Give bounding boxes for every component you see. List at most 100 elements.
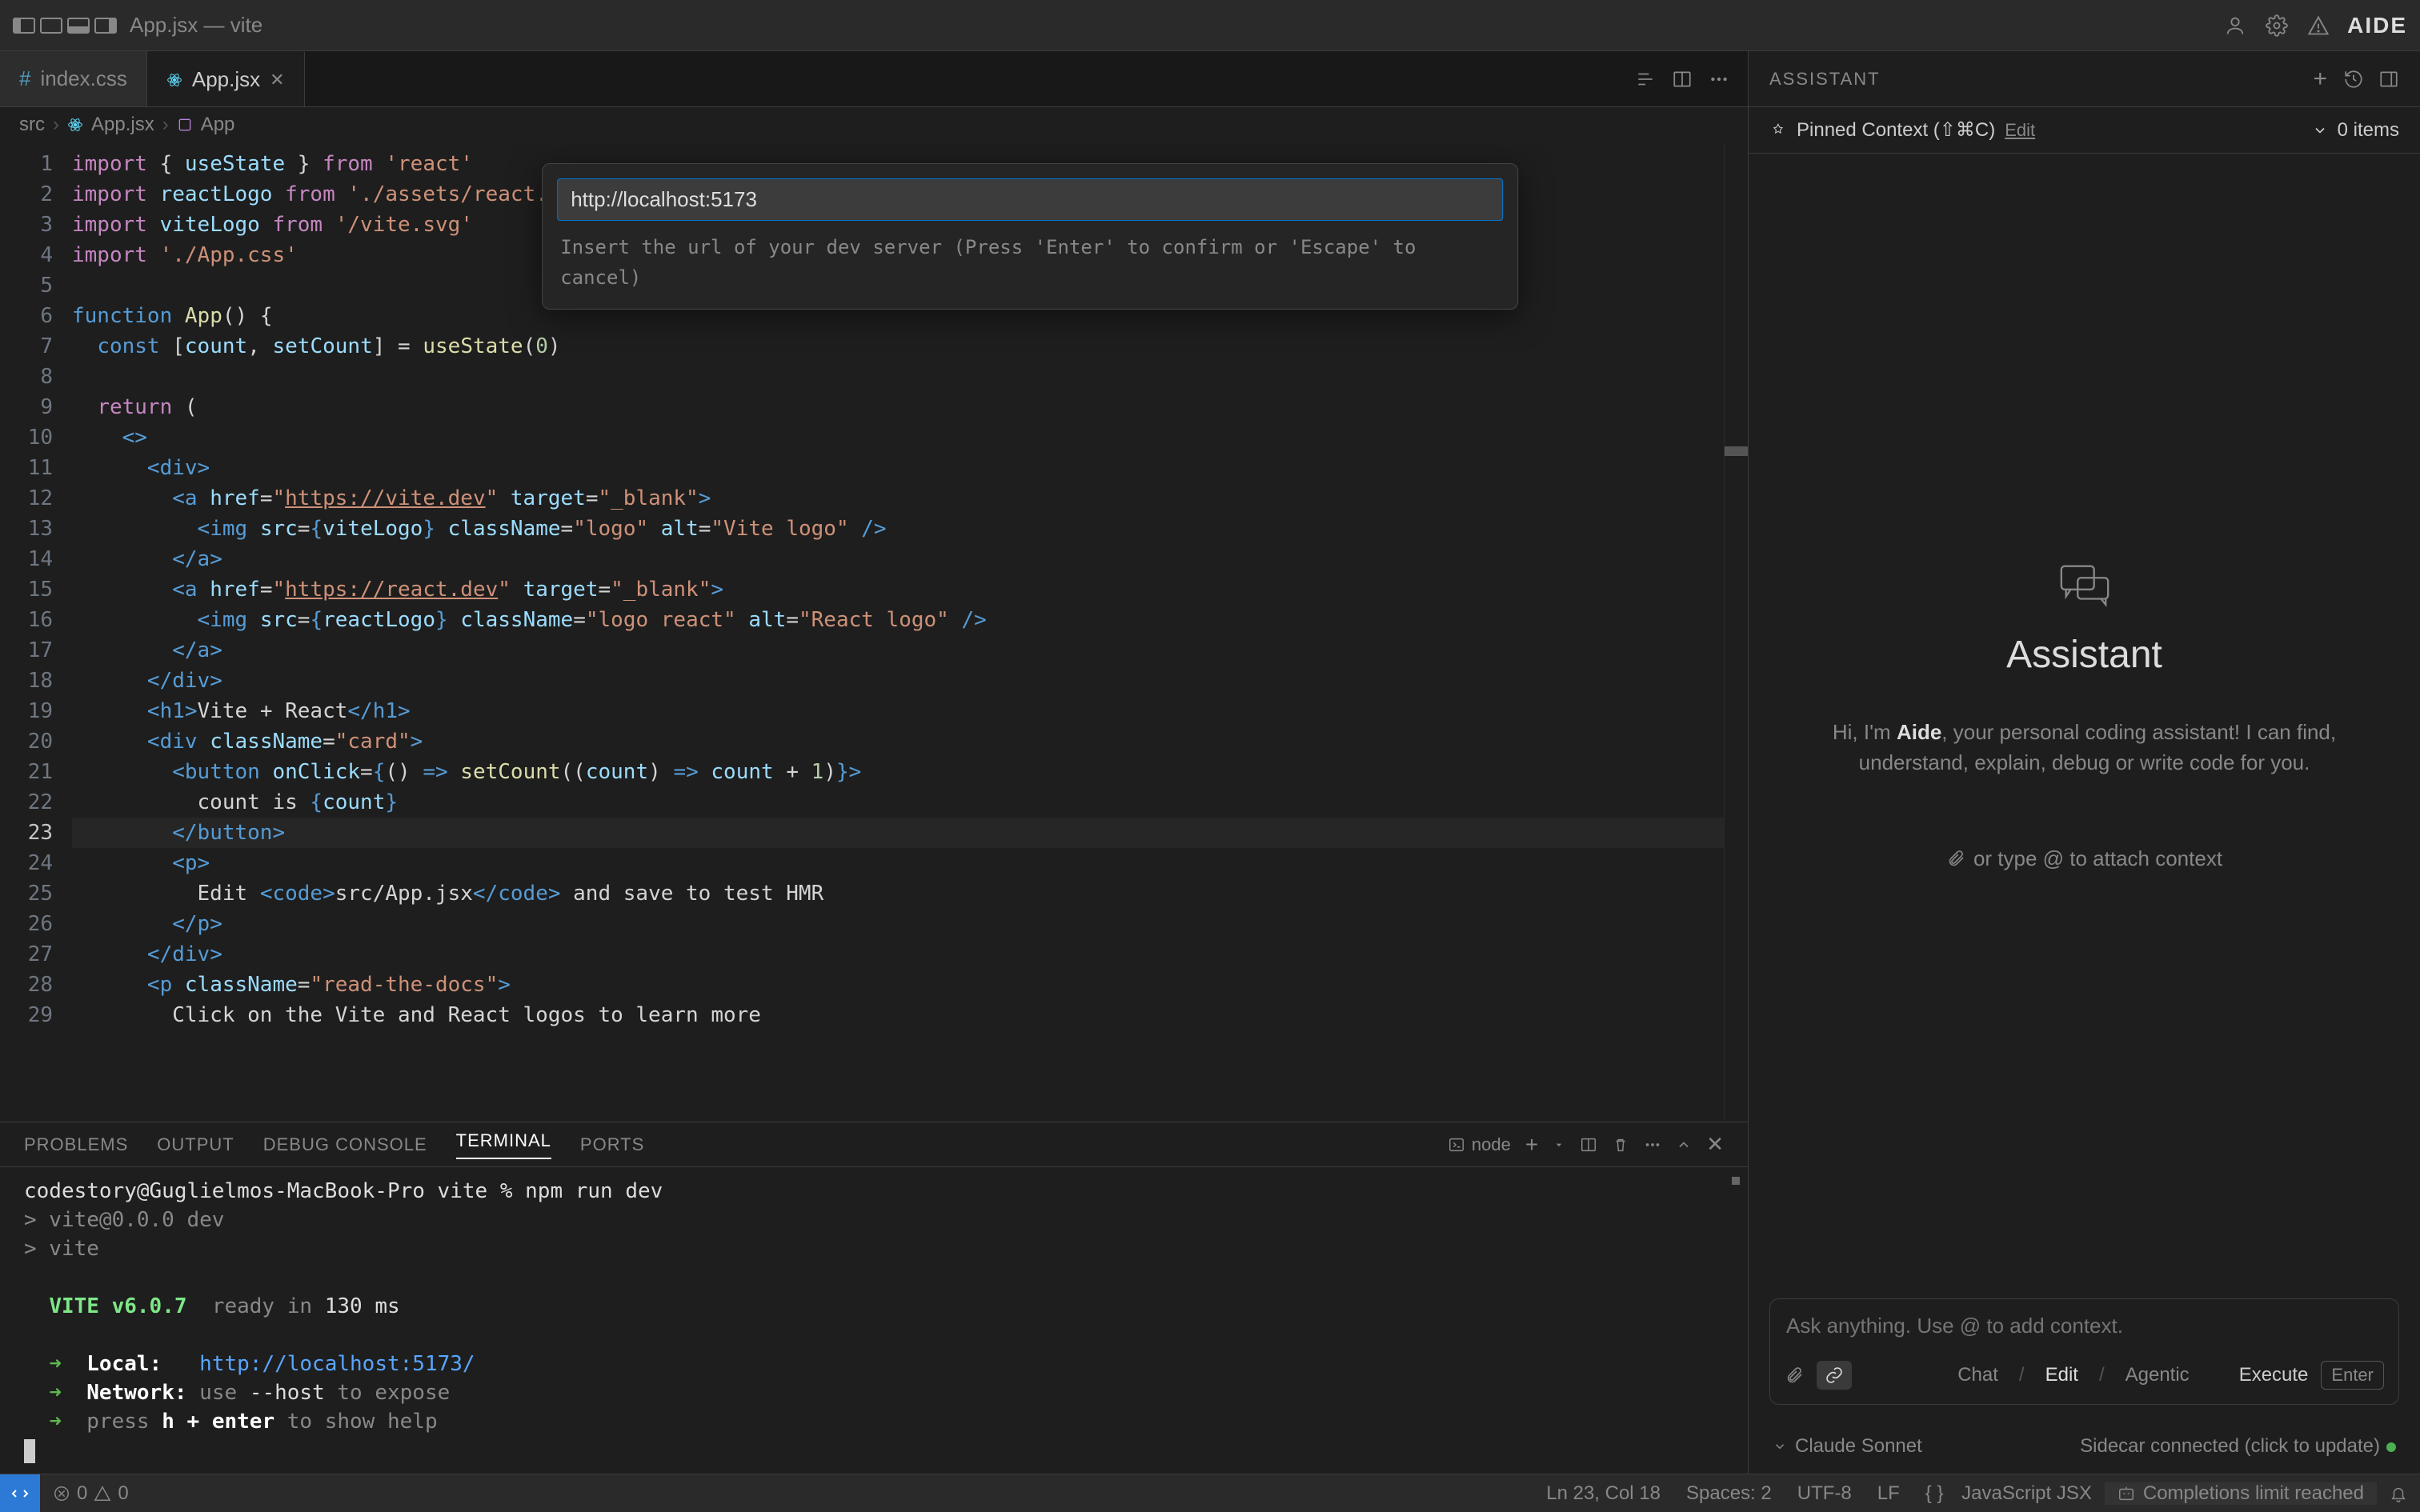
title-bar: App.jsx — vite AIDE	[0, 0, 2420, 51]
line-number: 11	[0, 453, 53, 483]
gear-icon[interactable]	[2264, 13, 2290, 38]
account-icon[interactable]	[2222, 13, 2248, 38]
code-line[interactable]: </div>	[72, 939, 1748, 970]
assistant-greeting: Hi, I'm Aide, your personal coding assis…	[1797, 717, 2372, 778]
code-line[interactable]: <button onClick={() => setCount((count) …	[72, 757, 1748, 787]
close-tab-icon[interactable]: ✕	[270, 70, 284, 90]
react-file-icon	[166, 72, 182, 88]
code-line[interactable]: <div>	[72, 453, 1748, 483]
compare-changes-icon[interactable]	[1633, 66, 1658, 92]
panel-tab-terminal[interactable]: TERMINAL	[456, 1130, 551, 1159]
panel-more-icon[interactable]	[1644, 1136, 1661, 1154]
quick-input-dialog: Insert the url of your dev server (Press…	[542, 163, 1518, 310]
minimap[interactable]	[1724, 142, 1748, 1122]
line-number: 12	[0, 483, 53, 514]
layout-sidebar-right-icon[interactable]	[94, 18, 117, 34]
eol-status[interactable]: LF	[1865, 1482, 1913, 1505]
mode-edit[interactable]: Edit	[2037, 1359, 2086, 1391]
code-line[interactable]: <p className="read-the-docs">	[72, 970, 1748, 1000]
line-number: 9	[0, 392, 53, 422]
notifications-icon[interactable]	[2377, 1485, 2420, 1502]
line-number: 19	[0, 696, 53, 726]
code-line[interactable]: <img src={reactLogo} className="logo rea…	[72, 605, 1748, 635]
code-line[interactable]: <p>	[72, 848, 1748, 878]
language-mode[interactable]: { } JavaScript JSX	[1913, 1482, 2105, 1505]
code-line[interactable]: <div className="card">	[72, 726, 1748, 757]
collapse-panel-icon[interactable]	[2378, 69, 2399, 90]
kill-terminal-icon[interactable]	[1612, 1136, 1629, 1154]
sidecar-status[interactable]: Sidecar connected (click to update)	[2080, 1435, 2396, 1458]
completions-status[interactable]: Completions limit reached	[2105, 1482, 2377, 1505]
code-line[interactable]: <>	[72, 422, 1748, 453]
code-line[interactable]: count is {count}	[72, 787, 1748, 818]
css-file-icon: #	[19, 66, 30, 91]
link-mode-icon[interactable]	[1817, 1361, 1852, 1390]
breadcrumb[interactable]: src › App.jsx › App	[0, 107, 1748, 142]
code-line[interactable]: <a href="https://react.dev" target="_bla…	[72, 574, 1748, 605]
encoding-status[interactable]: UTF-8	[1785, 1482, 1865, 1505]
mode-agentic[interactable]: Agentic	[2118, 1359, 2198, 1391]
mode-chat[interactable]: Chat	[1949, 1359, 2006, 1391]
panel-tab-output[interactable]: OUTPUT	[157, 1134, 234, 1155]
minimap-thumb[interactable]	[1725, 446, 1748, 456]
new-thread-icon[interactable]: +	[2313, 66, 2329, 93]
split-terminal-icon[interactable]	[1580, 1136, 1597, 1154]
model-selector[interactable]: Claude Sonnet	[1773, 1435, 1922, 1458]
warning-icon[interactable]	[2306, 13, 2331, 38]
code-line[interactable]: </a>	[72, 635, 1748, 666]
crumb-symbol[interactable]: App	[201, 114, 235, 136]
symbol-icon	[177, 117, 193, 133]
panel-tab-debug-console[interactable]: DEBUG CONSOLE	[263, 1134, 427, 1155]
status-bar: 0 0 Ln 23, Col 18 Spaces: 2 UTF-8 LF { }…	[0, 1474, 2420, 1512]
code-line[interactable]: <a href="https://vite.dev" target="_blan…	[72, 483, 1748, 514]
edit-context-link[interactable]: Edit	[2005, 120, 2035, 141]
code-line[interactable]: </button>	[72, 818, 1748, 848]
code-line[interactable]: return (	[72, 392, 1748, 422]
problems-status[interactable]: 0 0	[40, 1474, 142, 1512]
layout-panel-bottom-icon[interactable]	[67, 18, 90, 34]
panel-tab-problems[interactable]: PROBLEMS	[24, 1134, 128, 1155]
editor-tab-index-css[interactable]: #index.css	[0, 51, 147, 106]
maximize-panel-icon[interactable]	[1676, 1137, 1692, 1153]
code-line[interactable]: </a>	[72, 544, 1748, 574]
assistant-input-box: Chat / Edit / Agentic Execute Enter	[1769, 1298, 2399, 1405]
code-line[interactable]: </p>	[72, 909, 1748, 939]
editor-tab-app-jsx[interactable]: App.jsx ✕	[147, 51, 305, 106]
code-line[interactable]: Click on the Vite and React logos to lea…	[72, 1000, 1748, 1030]
code-line[interactable]	[72, 362, 1748, 392]
assistant-panel: ASSISTANT + Pinned Context (⇧⌘C)	[1748, 51, 2420, 1474]
assistant-title: Assistant	[2006, 633, 2162, 677]
dev-server-url-input[interactable]	[557, 178, 1503, 221]
layout-centered-icon[interactable]	[40, 18, 62, 34]
bottom-panel: PROBLEMS OUTPUT DEBUG CONSOLE TERMINAL PORTS…	[0, 1122, 1748, 1474]
crumb-src[interactable]: src	[19, 114, 45, 136]
history-icon[interactable]	[2343, 69, 2364, 90]
tab-label: App.jsx	[192, 67, 260, 92]
terminal-dropdown-icon[interactable]	[1553, 1138, 1565, 1151]
code-line[interactable]: Edit <code>src/App.jsx</code> and save t…	[72, 878, 1748, 909]
remote-indicator[interactable]	[0, 1474, 40, 1512]
close-panel-icon[interactable]: ✕	[1706, 1132, 1724, 1157]
layout-sidebar-left-icon[interactable]	[13, 18, 35, 34]
code-line[interactable]: <img src={viteLogo} className="logo" alt…	[72, 514, 1748, 544]
code-editor[interactable]: 1234567891011121314151617181920212223242…	[0, 142, 1748, 1122]
indentation-status[interactable]: Spaces: 2	[1673, 1482, 1785, 1505]
terminal-scrollbar[interactable]	[1732, 1177, 1740, 1185]
panel-tab-ports[interactable]: PORTS	[580, 1134, 644, 1155]
line-number: 17	[0, 635, 53, 666]
code-line[interactable]: const [count, setCount] = useState(0)	[72, 331, 1748, 362]
code-line[interactable]: </div>	[72, 666, 1748, 696]
split-editor-icon[interactable]	[1669, 66, 1695, 92]
code-line[interactable]: <h1>Vite + React</h1>	[72, 696, 1748, 726]
crumb-file[interactable]: App.jsx	[91, 114, 154, 136]
chevron-down-icon[interactable]	[2312, 122, 2328, 138]
quick-input-hint: Insert the url of your dev server (Press…	[557, 221, 1503, 294]
more-actions-icon[interactable]	[1706, 66, 1732, 92]
new-terminal-icon[interactable]: +	[1525, 1132, 1538, 1158]
terminal-process-name[interactable]: node	[1472, 1134, 1511, 1155]
terminal[interactable]: codestory@Guglielmos-MacBook-Pro vite % …	[0, 1167, 1748, 1474]
react-file-icon	[67, 117, 83, 133]
assistant-input[interactable]	[1785, 1312, 2384, 1344]
attach-icon[interactable]	[1785, 1366, 1804, 1385]
cursor-position[interactable]: Ln 23, Col 18	[1533, 1482, 1673, 1505]
